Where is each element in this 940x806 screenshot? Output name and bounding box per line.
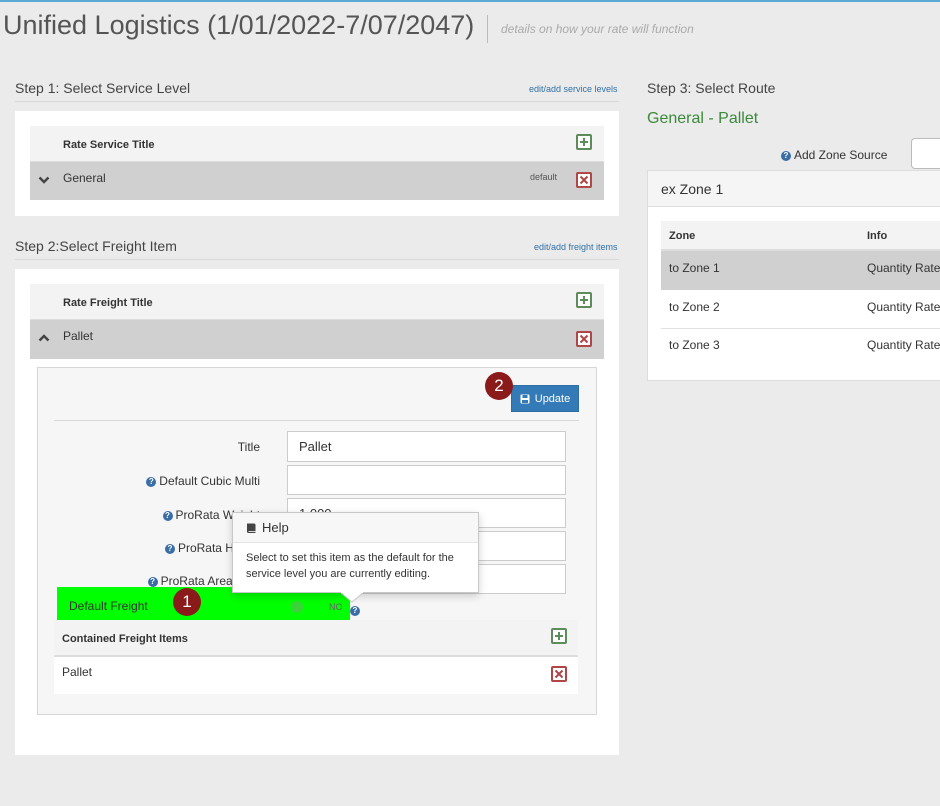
save-icon	[520, 394, 530, 403]
top-accent-line	[0, 0, 940, 2]
zone-panel-title: ex Zone 1	[661, 181, 724, 197]
editor-divider	[54, 420, 579, 421]
service-level-panel: Rate Service Title General default	[15, 111, 619, 216]
step1-divider	[15, 101, 619, 102]
default-cubic-multi-input[interactable]	[287, 465, 566, 495]
column-rate-freight-title: Rate Freight Title	[63, 297, 153, 309]
field-label-default-cubic-multi: ? Default Cubic Multi	[100, 474, 260, 488]
contained-item-title: Pallet	[62, 665, 93, 679]
default-tag: default	[530, 172, 558, 182]
popover-title: Help	[262, 520, 289, 535]
column-rate-service-title: Rate Service Title	[63, 139, 155, 151]
close-icon	[554, 669, 564, 679]
step2-divider	[15, 259, 619, 260]
page-title: Unified Logistics (1/01/2022-7/07/2047)	[3, 10, 475, 40]
plus-icon	[580, 138, 588, 146]
zone-name: to Zone 3	[669, 338, 720, 352]
zone-info: Quantity Rates	[867, 300, 940, 314]
column-info: Info	[867, 230, 888, 242]
popover-arrow	[340, 592, 364, 603]
question-icon[interactable]: ?	[162, 511, 173, 521]
popover-body: Select to set this item as the default f…	[246, 552, 454, 580]
chevron-up-icon[interactable]	[38, 333, 50, 343]
zone-row[interactable]: to Zone 1 Quantity Rates	[661, 251, 940, 290]
zone-info: Quantity Rates	[867, 261, 940, 275]
update-label: Update	[534, 392, 571, 405]
question-icon[interactable]: ?	[146, 477, 157, 487]
field-label-title: Title	[237, 440, 260, 454]
help-popover: Help Select to set this item as the defa…	[232, 512, 479, 593]
delete-service-button[interactable]	[576, 172, 592, 188]
add-contained-item-button[interactable]	[551, 628, 567, 644]
step1-heading: Step 1: Select Service Level	[15, 80, 191, 96]
default-freight-toggle[interactable]: NO	[286, 598, 346, 616]
toggle-state: NO	[329, 602, 343, 612]
add-freight-button[interactable]	[576, 292, 592, 308]
plus-icon	[555, 632, 563, 640]
zone-row[interactable]: to Zone 3 Quantity Rates	[661, 329, 940, 368]
popover-header: Help	[233, 513, 478, 543]
default-freight-label: Default Freight	[69, 599, 148, 613]
chevron-down-icon[interactable]	[38, 175, 50, 185]
step2-heading: Step 2:Select Freight Item	[15, 238, 177, 254]
zone-name: to Zone 1	[669, 261, 720, 275]
service-row[interactable]: General default	[30, 162, 604, 200]
freight-table-header: Rate Freight Title	[30, 284, 604, 321]
delete-contained-item-button[interactable]	[551, 666, 567, 682]
edit-freight-items-link[interactable]: edit/add freight items	[534, 242, 618, 252]
route-title: General - Pallet	[647, 110, 759, 127]
close-icon	[579, 175, 589, 185]
delete-freight-button[interactable]	[576, 331, 592, 347]
step-badge-1: 1	[173, 588, 201, 616]
contained-items-header: Contained Freight Items	[54, 620, 578, 657]
zone-panel: ex Zone 1 Zone Info to Zone 1 Quantity R…	[647, 170, 940, 381]
contained-item-row[interactable]: Pallet	[54, 657, 578, 694]
service-title: General	[63, 171, 106, 185]
question-icon[interactable]: ?	[350, 606, 360, 616]
book-icon	[247, 523, 256, 533]
zone-info: Quantity Rates	[867, 338, 940, 352]
title-divider	[487, 15, 488, 43]
title-input[interactable]: Pallet	[287, 431, 566, 462]
contained-items-title: Contained Freight Items	[62, 633, 188, 645]
add-service-button[interactable]	[576, 134, 592, 150]
question-icon[interactable]: ?	[781, 151, 791, 161]
zone-row[interactable]: to Zone 2 Quantity Rates	[661, 290, 940, 329]
step-badge-2: 2	[485, 372, 513, 400]
add-zone-source-select[interactable]	[911, 138, 940, 169]
update-button[interactable]: Update	[511, 385, 579, 412]
question-icon[interactable]: ?	[147, 577, 158, 587]
zone-panel-header: ex Zone 1	[648, 171, 940, 207]
edit-service-levels-link[interactable]: edit/add service levels	[529, 84, 618, 94]
page-subtitle: details on how your rate will function	[501, 22, 694, 36]
service-table-header: Rate Service Title	[30, 126, 604, 163]
zone-table-header: Zone Info	[661, 221, 940, 251]
add-zone-source-label: ? Add Zone Source	[781, 148, 887, 162]
freight-title: Pallet	[63, 329, 94, 343]
step3-heading: Step 3: Select Route	[647, 80, 776, 96]
plus-icon	[580, 296, 588, 304]
toggle-knob	[291, 601, 303, 613]
close-icon	[579, 334, 589, 344]
default-freight-help-icon[interactable]: ?	[350, 601, 360, 619]
column-zone: Zone	[669, 230, 696, 242]
freight-row[interactable]: Pallet	[30, 320, 604, 359]
question-icon[interactable]: ?	[164, 544, 175, 554]
zone-name: to Zone 2	[669, 300, 720, 314]
